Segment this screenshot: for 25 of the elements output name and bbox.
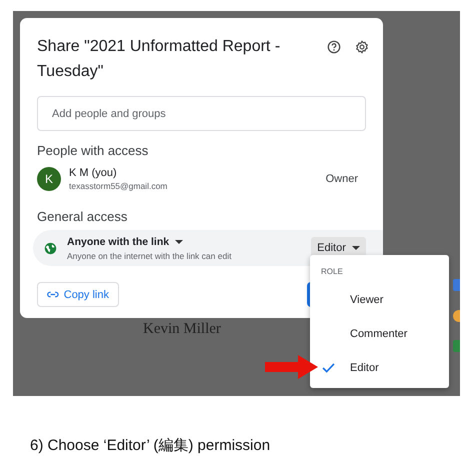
person-role: Owner [326, 173, 358, 185]
copy-link-button[interactable]: Copy link [37, 282, 119, 307]
caption: 6) Choose ‘Editor’ (編集) permission [30, 436, 272, 455]
menu-item[interactable]: Commenter [310, 317, 449, 351]
caret-icon [352, 246, 360, 250]
access-scope-dropdown[interactable]: Anyone with the link [67, 236, 170, 248]
link-icon [47, 291, 59, 298]
menu-heading: ROLE [320, 267, 344, 276]
access-description: Anyone on the internet with the link can edit [67, 250, 232, 260]
document-text: Kevin Miller [143, 321, 221, 338]
help-icon[interactable] [327, 40, 341, 54]
section-heading: General access [37, 209, 128, 224]
dialog-title: Share "2021 Unformatted Report - Tuesday" [37, 37, 282, 82]
globe-icon [44, 242, 57, 254]
section-heading: People with access [37, 143, 150, 158]
menu-item[interactable]: Editor [310, 351, 449, 385]
avatar: K [37, 167, 61, 191]
caret-icon [175, 240, 184, 244]
person-email: texasstorm55@gmail.com [69, 181, 168, 191]
person-name: K M (you) [69, 167, 118, 179]
pointer-arrow [265, 355, 318, 379]
settings-icon[interactable] [355, 40, 369, 54]
add-people-field[interactable]: Add people and groups [37, 96, 366, 131]
check-icon [322, 363, 335, 373]
menu-item[interactable]: Viewer [310, 283, 449, 317]
